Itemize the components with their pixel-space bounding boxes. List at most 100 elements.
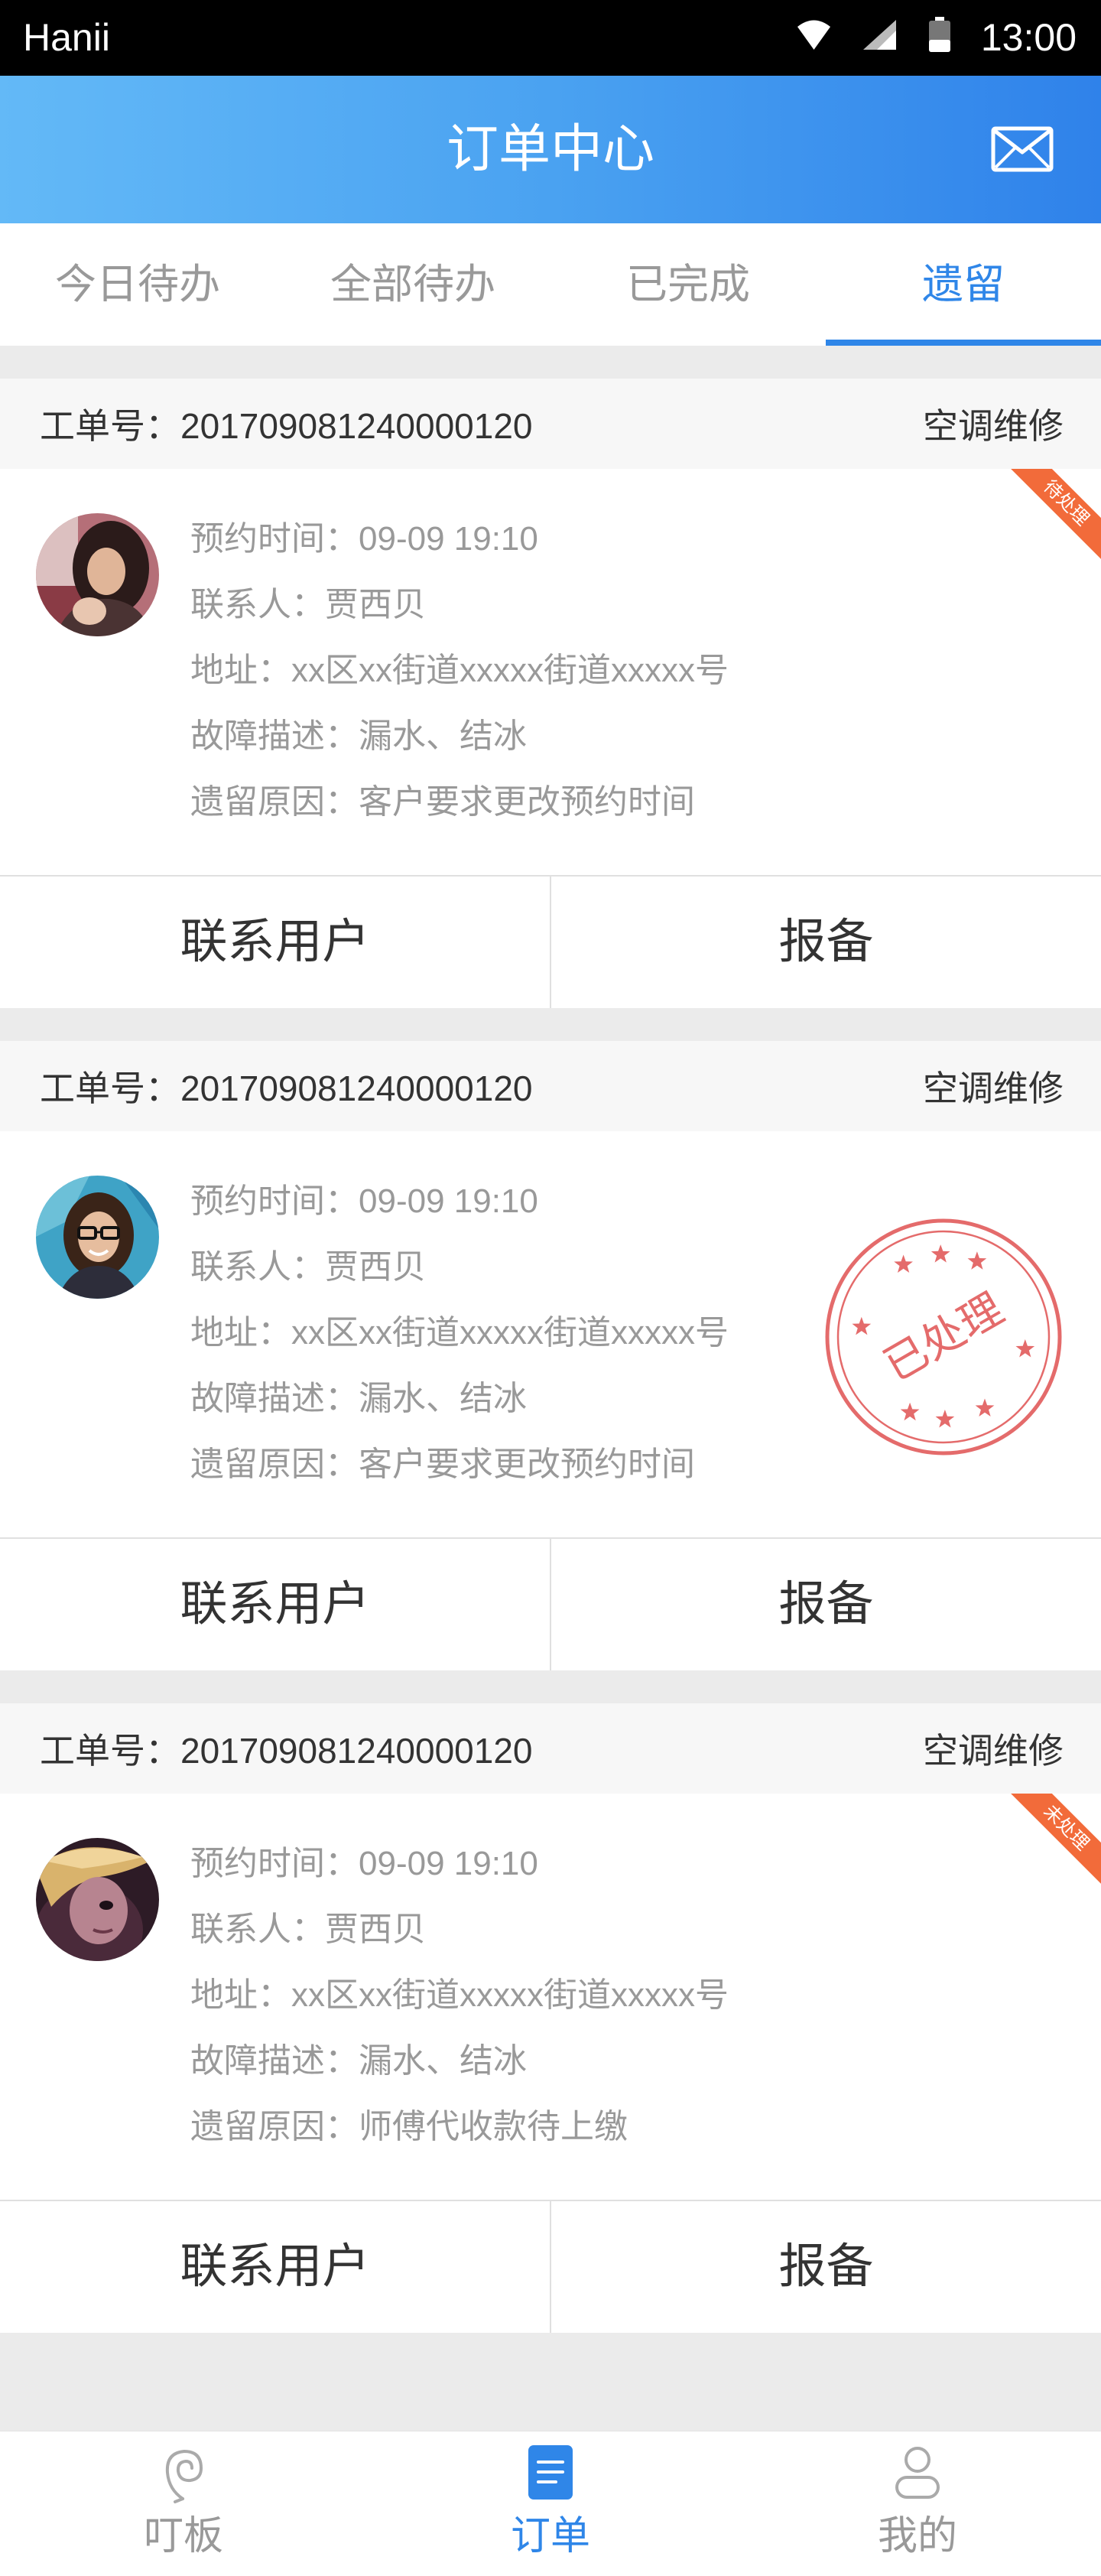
order-number-group: 工单号：201709081240000120 bbox=[40, 1061, 533, 1111]
appointment-time-row: 预约时间：09-09 19:10 bbox=[190, 506, 729, 572]
address-row: 地址：xx区xx街道xxxxx街道xxxxx号 bbox=[190, 1300, 729, 1366]
stamp-star bbox=[935, 1410, 955, 1428]
service-category: 空调维修 bbox=[923, 406, 1064, 446]
mail-icon bbox=[991, 126, 1054, 172]
avatar bbox=[36, 1838, 159, 1961]
status-ribbon: 待处理 bbox=[1011, 469, 1101, 559]
field-label: 地址： bbox=[190, 1976, 291, 2014]
dingban-icon bbox=[165, 2449, 203, 2503]
contact-person-row: 联系人：贾西贝 bbox=[190, 572, 729, 638]
status-bar: Hanii 13:00 bbox=[0, 0, 1101, 76]
order-number-label: 工单号： bbox=[40, 1731, 180, 1771]
wifi-icon bbox=[797, 20, 830, 50]
nav-item-dingban[interactable]: 叮板 bbox=[0, 2431, 367, 2576]
processed-stamp: 已处理 bbox=[825, 1218, 1062, 1456]
order-info: 预约时间：09-09 19:10 联系人：贾西贝 地址：xx区xx街道xxxxx… bbox=[190, 1169, 729, 1498]
order-card-header: 工单号：201709081240000120 空调维修 bbox=[0, 1703, 1101, 1794]
stamp-label: 已处理 bbox=[876, 1284, 1012, 1390]
nav-item-orders[interactable]: 订单 bbox=[367, 2431, 734, 2576]
field-value: 客户要求更改预约时间 bbox=[359, 783, 695, 821]
field-label: 联系人： bbox=[190, 586, 325, 623]
report-button[interactable]: 报备 bbox=[550, 2201, 1101, 2333]
order-actions: 联系用户 报备 bbox=[0, 877, 1101, 1008]
avatar bbox=[36, 513, 159, 636]
order-document-icon bbox=[528, 2445, 573, 2500]
field-value: 漏水、结冰 bbox=[359, 2042, 527, 2080]
messages-button[interactable] bbox=[991, 126, 1054, 172]
service-category: 空调维修 bbox=[923, 1731, 1064, 1771]
order-actions: 联系用户 报备 bbox=[0, 1539, 1101, 1670]
field-label: 预约时间： bbox=[190, 1845, 359, 1882]
order-tabs: 今日待办 全部待办 已完成 遗留 bbox=[0, 223, 1101, 346]
leftover-reason-row: 遗留原因：客户要求更改预约时间 bbox=[190, 769, 729, 835]
address-row: 地址：xx区xx街道xxxxx街道xxxxx号 bbox=[190, 1963, 729, 2028]
order-number-label: 工单号： bbox=[40, 406, 180, 446]
contact-user-button[interactable]: 联系用户 bbox=[0, 877, 550, 1008]
report-button[interactable]: 报备 bbox=[550, 1539, 1101, 1670]
order-card-header: 工单号：201709081240000120 空调维修 bbox=[0, 1041, 1101, 1131]
carrier-name: Hanii bbox=[23, 16, 110, 59]
order-card: 工单号：201709081240000120 空调维修 预约时间：09-09 1… bbox=[0, 379, 1101, 1008]
nav-label: 我的 bbox=[877, 2514, 957, 2558]
bottom-nav: 叮板 订单 我的 bbox=[0, 2431, 1101, 2576]
fault-description-row: 故障描述：漏水、结冰 bbox=[190, 2028, 729, 2094]
avatar bbox=[36, 1176, 159, 1299]
nav-item-profile[interactable]: 我的 bbox=[734, 2431, 1101, 2576]
battery-icon bbox=[929, 17, 950, 52]
field-value: xx区xx街道xxxxx街道xxxxx号 bbox=[291, 1976, 729, 2014]
order-number: 201709081240000120 bbox=[180, 406, 533, 446]
report-button[interactable]: 报备 bbox=[550, 877, 1101, 1008]
address-row: 地址：xx区xx街道xxxxx街道xxxxx号 bbox=[190, 638, 729, 704]
tab-leftover[interactable]: 遗留 bbox=[826, 223, 1101, 346]
field-label: 遗留原因： bbox=[190, 783, 359, 821]
field-label: 地址： bbox=[190, 1314, 291, 1351]
order-number-group: 工单号：201709081240000120 bbox=[40, 1723, 533, 1774]
contact-user-button[interactable]: 联系用户 bbox=[0, 2201, 550, 2333]
stamp-star bbox=[967, 1251, 987, 1270]
field-label: 遗留原因： bbox=[190, 1446, 359, 1483]
order-details[interactable]: 预约时间：09-09 19:10 联系人：贾西贝 地址：xx区xx街道xxxxx… bbox=[0, 1794, 1101, 2200]
fault-description-row: 故障描述：漏水、结冰 bbox=[190, 1366, 729, 1432]
field-label: 遗留原因： bbox=[190, 2108, 359, 2145]
field-value: 09-09 19:10 bbox=[359, 520, 538, 558]
field-value: xx区xx街道xxxxx街道xxxxx号 bbox=[291, 1314, 729, 1351]
field-value: 09-09 19:10 bbox=[359, 1182, 538, 1220]
field-value: 漏水、结冰 bbox=[359, 717, 527, 755]
appointment-time-row: 预约时间：09-09 19:10 bbox=[190, 1831, 729, 1897]
profile-icon bbox=[895, 2447, 940, 2499]
nav-label: 订单 bbox=[510, 2514, 590, 2558]
field-value: 贾西贝 bbox=[325, 1248, 426, 1286]
order-number-label: 工单号： bbox=[40, 1068, 180, 1108]
field-label: 联系人： bbox=[190, 1911, 325, 1948]
stamp-star bbox=[1015, 1339, 1035, 1358]
field-value: 师傅代收款待上缴 bbox=[359, 2108, 628, 2145]
field-value: 贾西贝 bbox=[325, 586, 426, 623]
order-card: 工单号：201709081240000120 空调维修 预约时间：09-09 1… bbox=[0, 1703, 1101, 2333]
order-number: 201709081240000120 bbox=[180, 1068, 533, 1108]
field-value: 09-09 19:10 bbox=[359, 1845, 538, 1882]
order-details[interactable]: 预约时间：09-09 19:10 联系人：贾西贝 地址：xx区xx街道xxxxx… bbox=[0, 1131, 1101, 1537]
contact-user-button[interactable]: 联系用户 bbox=[0, 1539, 550, 1670]
stamp-star bbox=[852, 1316, 872, 1335]
nav-label: 叮板 bbox=[143, 2514, 223, 2558]
status-ribbon-label: 未处理 bbox=[1011, 1794, 1101, 1884]
app-bar: 订单中心 bbox=[0, 76, 1101, 223]
order-card-header: 工单号：201709081240000120 空调维修 bbox=[0, 379, 1101, 469]
order-info: 预约时间：09-09 19:10 联系人：贾西贝 地址：xx区xx街道xxxxx… bbox=[190, 506, 729, 835]
stamp-star bbox=[930, 1244, 950, 1263]
field-value: 漏水、结冰 bbox=[359, 1380, 527, 1417]
field-value: 客户要求更改预约时间 bbox=[359, 1446, 695, 1483]
tab-all-todo[interactable]: 全部待办 bbox=[275, 223, 550, 346]
service-category: 空调维修 bbox=[923, 1068, 1064, 1108]
order-details[interactable]: 预约时间：09-09 19:10 联系人：贾西贝 地址：xx区xx街道xxxxx… bbox=[0, 469, 1101, 875]
clock: 13:00 bbox=[980, 16, 1077, 59]
field-label: 故障描述： bbox=[190, 717, 359, 755]
status-ribbon-label: 待处理 bbox=[1011, 469, 1101, 559]
tab-today-todo[interactable]: 今日待办 bbox=[0, 223, 275, 346]
field-label: 故障描述： bbox=[190, 2042, 359, 2080]
appointment-time-row: 预约时间：09-09 19:10 bbox=[190, 1169, 729, 1234]
tab-completed[interactable]: 已完成 bbox=[550, 223, 826, 346]
field-label: 地址： bbox=[190, 652, 291, 689]
